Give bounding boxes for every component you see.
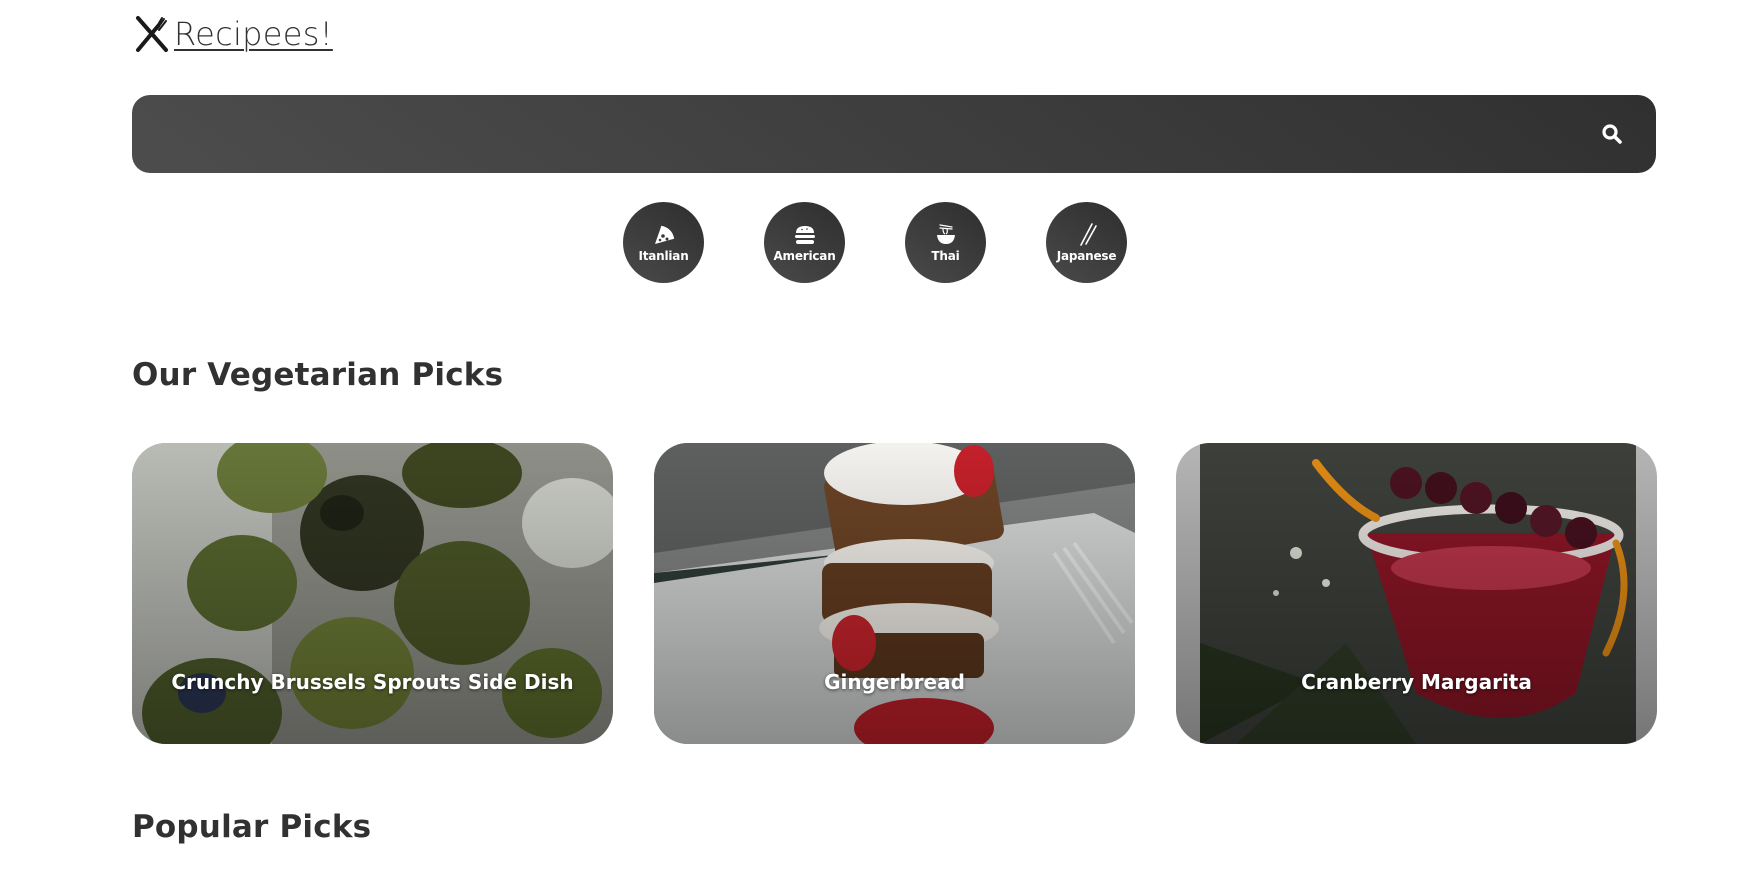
cuisine-japanese-button[interactable]: Japanese [1046, 202, 1127, 283]
cuisine-list: Itanlian American Thai Japanese [623, 202, 1127, 283]
card-overlay [1176, 443, 1657, 744]
cuisine-label: Japanese [1056, 249, 1117, 263]
card-overlay [132, 443, 613, 744]
recipe-card-title: Cranberry Margarita [1301, 670, 1532, 694]
recipe-card[interactable]: Cranberry Margarita [1176, 443, 1657, 744]
chopsticks-icon [1079, 223, 1097, 246]
search-icon [1602, 124, 1622, 144]
search-input[interactable] [132, 95, 1582, 173]
card-overlay [654, 443, 1135, 744]
noodle-bowl-icon [936, 224, 955, 244]
cuisine-label: Itanlian [638, 249, 689, 263]
recipe-card-title: Crunchy Brussels Sprouts Side Dish [171, 670, 574, 694]
burger-icon [794, 226, 815, 244]
cuisine-italian-button[interactable]: Itanlian [623, 202, 704, 283]
cuisine-thai-button[interactable]: Thai [905, 202, 986, 283]
vegetarian-card-list: Crunchy Brussels Sprouts Side Dish Ginge… [132, 443, 1657, 744]
logo-link[interactable]: Recipees! [132, 14, 333, 54]
cuisine-label: Thai [931, 249, 960, 263]
logo-text: Recipees! [174, 15, 333, 53]
recipe-card[interactable]: Gingerbread [654, 443, 1135, 744]
search-button[interactable] [1582, 104, 1642, 164]
fork-knife-icon [136, 16, 168, 52]
vegetarian-section-title: Our Vegetarian Picks [132, 357, 504, 393]
recipe-card[interactable]: Crunchy Brussels Sprouts Side Dish [132, 443, 613, 744]
popular-section-title: Popular Picks [132, 809, 372, 845]
pizza-icon [654, 225, 674, 244]
cuisine-american-button[interactable]: American [764, 202, 845, 283]
recipe-card-title: Gingerbread [824, 670, 965, 694]
search-bar [132, 95, 1656, 173]
cuisine-label: American [773, 249, 836, 263]
